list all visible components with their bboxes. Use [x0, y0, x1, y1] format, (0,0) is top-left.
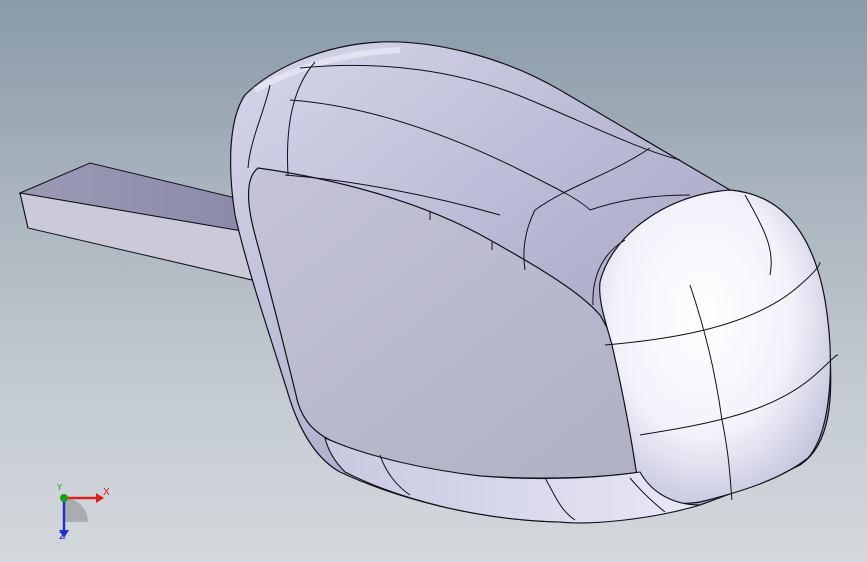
z-axis-label: Z: [59, 531, 66, 542]
x-axis-label: X: [103, 487, 110, 498]
3d-model[interactable]: [0, 0, 867, 562]
triad-plane-shade: [64, 498, 88, 522]
coordinate-triad: X Y Z: [40, 478, 120, 548]
graphics-viewport[interactable]: X Y Z: [0, 0, 867, 562]
front-face[interactable]: [599, 189, 831, 504]
y-axis-dot: [60, 494, 68, 502]
y-axis-label: Y: [57, 483, 62, 492]
arm-bar[interactable]: [18, 162, 266, 284]
